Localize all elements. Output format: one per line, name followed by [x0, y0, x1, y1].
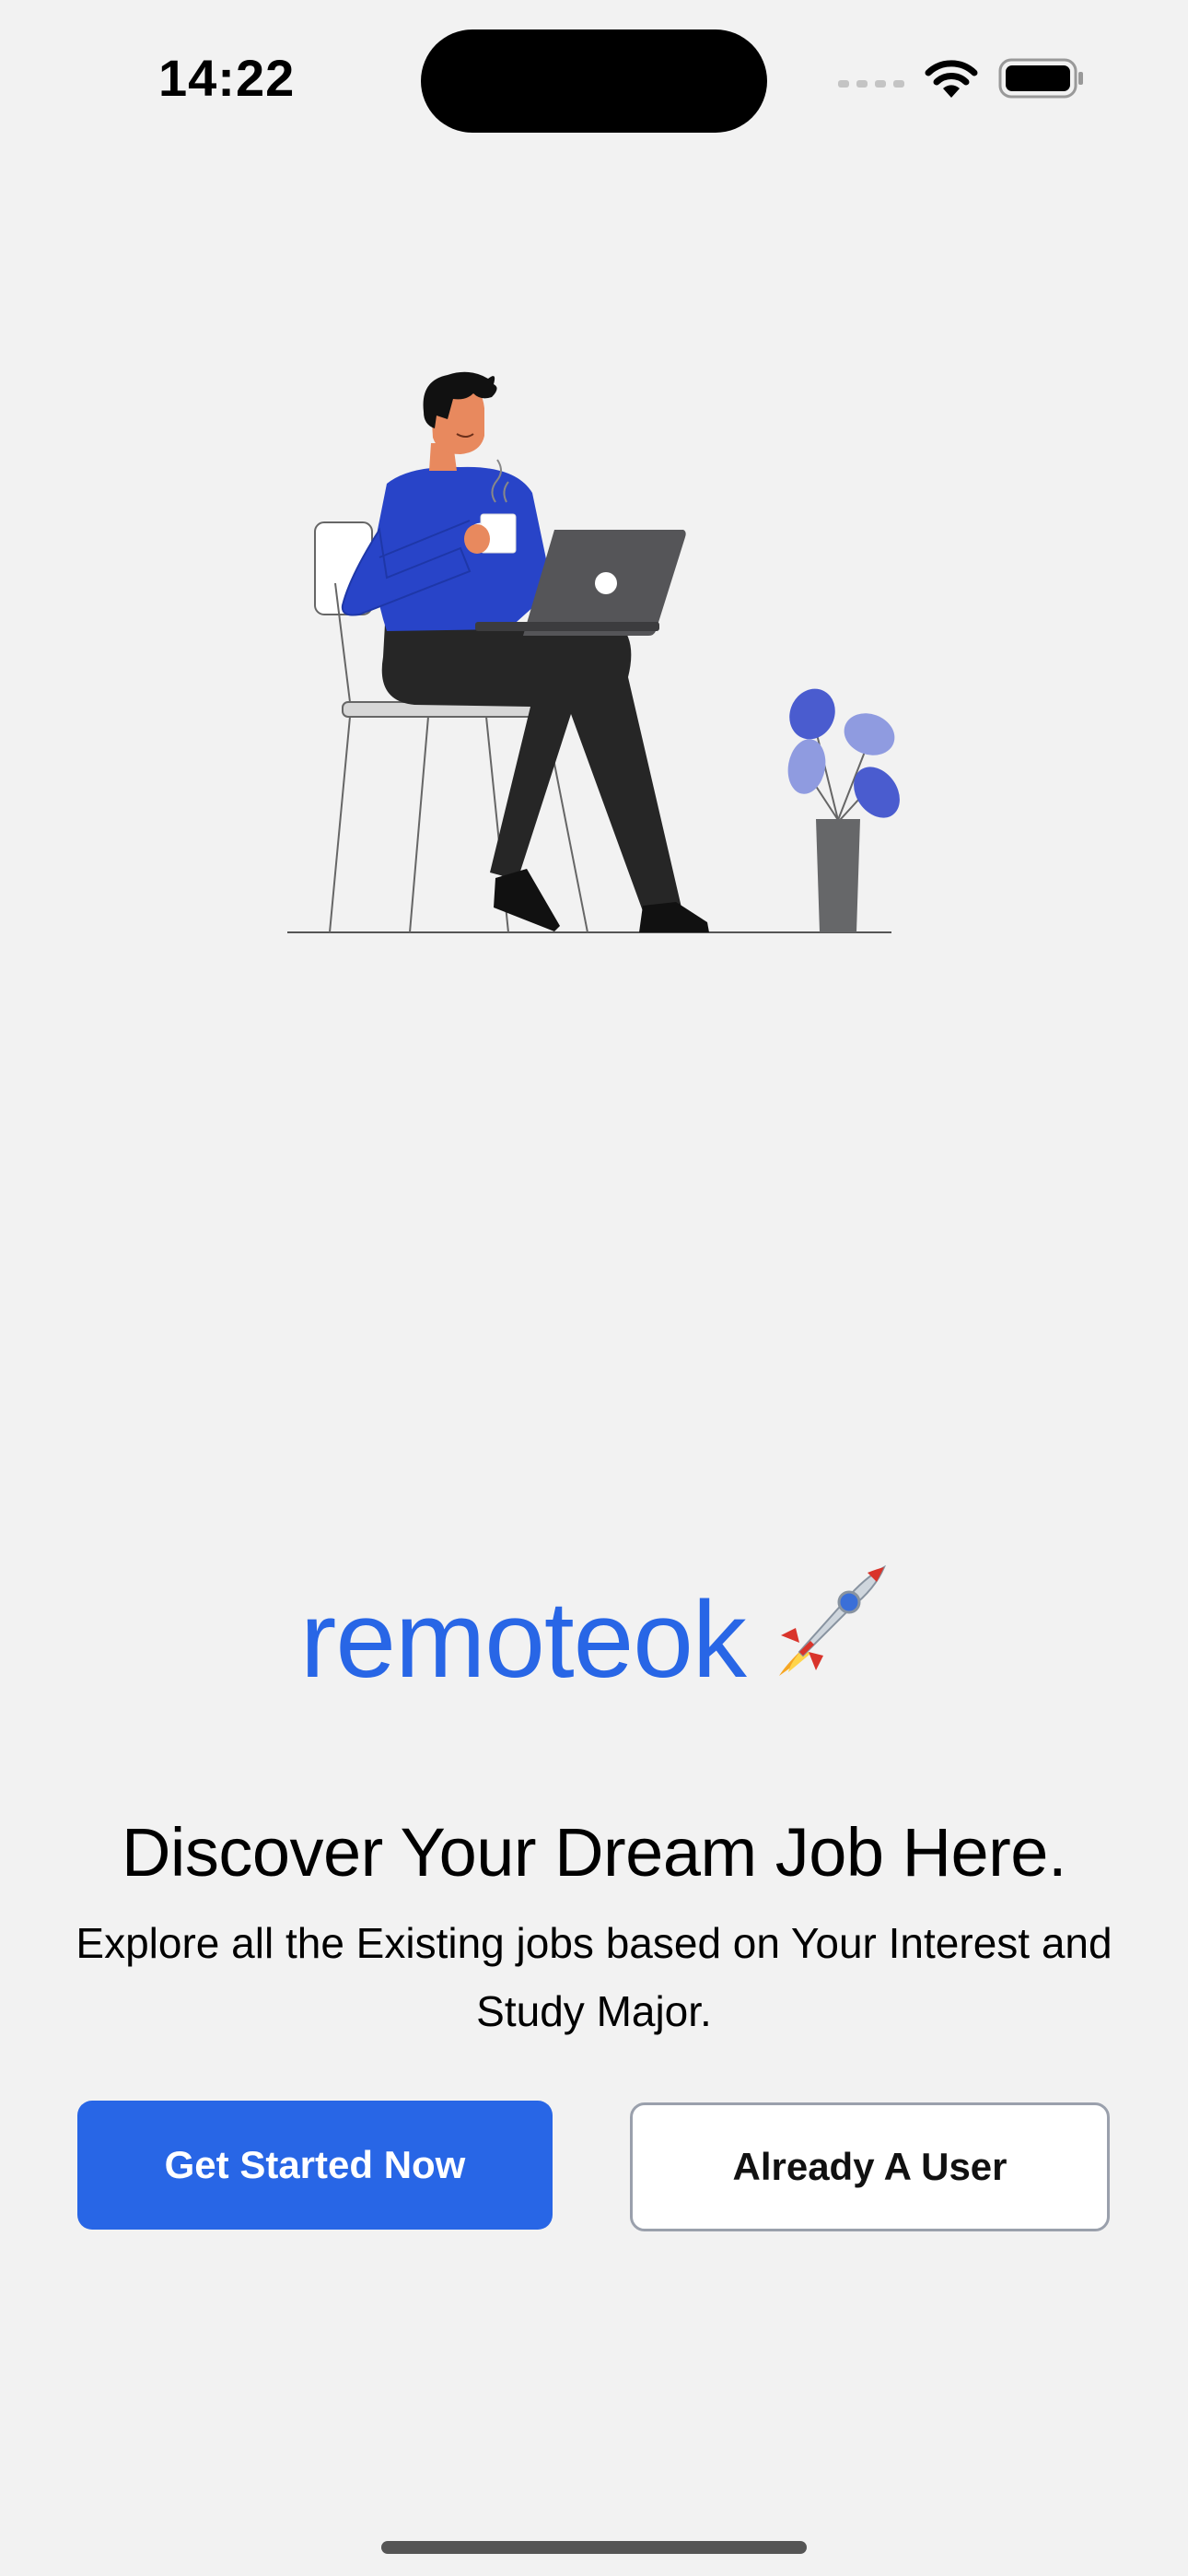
status-time: 14:22	[158, 49, 296, 107]
person-shoe-left	[494, 869, 560, 931]
home-indicator[interactable]	[381, 2541, 807, 2554]
plant-vase	[816, 819, 860, 932]
battery-icon	[998, 58, 1083, 99]
plant	[787, 688, 900, 932]
status-icons	[838, 57, 1085, 100]
status-bar: 14:22	[0, 0, 1188, 166]
cellular-signal-icon	[838, 80, 904, 88]
laptop-logo	[595, 572, 617, 594]
hero-headline: Discover Your Dream Job Here.	[121, 1814, 1067, 1891]
brand-name: remoteok	[300, 1579, 747, 1701]
wifi-icon	[925, 60, 978, 98]
get-started-button[interactable]: Get Started Now	[77, 2101, 553, 2230]
hero-illustration	[287, 371, 900, 933]
person-pants	[381, 624, 681, 911]
person-shoe-right	[639, 902, 709, 932]
hero-subline: Explore all the Existing jobs based on Y…	[76, 1919, 1112, 2035]
brand-logo: remoteok	[0, 1564, 1188, 1705]
dynamic-island	[421, 29, 767, 133]
already-user-button[interactable]: Already A User	[630, 2102, 1110, 2231]
rocket-icon	[772, 1563, 888, 1705]
